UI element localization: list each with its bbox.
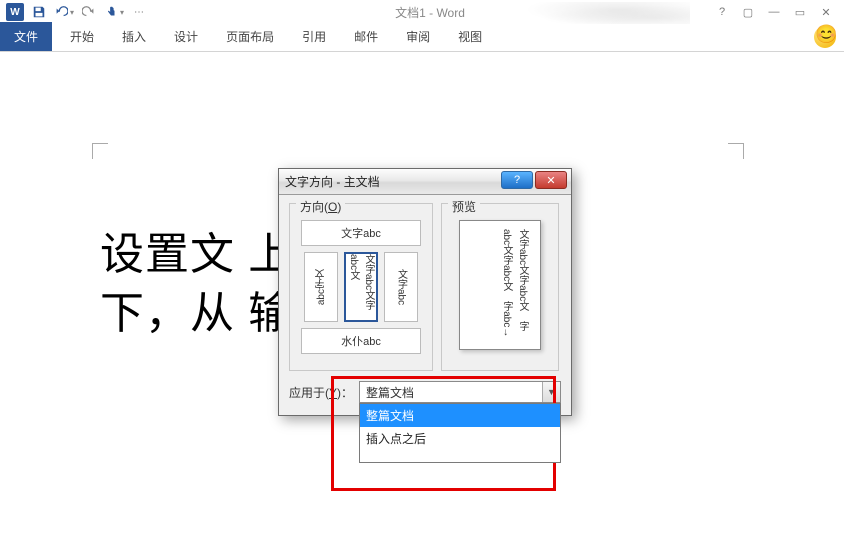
- tab-home[interactable]: 开始: [56, 22, 108, 51]
- apply-to-combo[interactable]: 整篇文档 ▼: [359, 381, 561, 403]
- orientation-label: 方向(O): [296, 198, 345, 215]
- redo-button[interactable]: [78, 1, 100, 23]
- tab-insert[interactable]: 插入: [108, 22, 160, 51]
- tab-file[interactable]: 文件: [0, 22, 52, 51]
- text-direction-dialog: 文字方向 - 主文档 ? ✕ 方向(O) 文字abc abc字文 文字abc文字…: [278, 168, 572, 416]
- save-button[interactable]: [28, 1, 50, 23]
- preview-label: 预览: [448, 198, 480, 215]
- orientation-rotated[interactable]: 水仆abc: [301, 328, 421, 354]
- dialog-title: 文字方向 - 主文档: [285, 173, 380, 190]
- crop-mark-tl: [92, 143, 108, 159]
- combo-dropdown-icon[interactable]: ▼: [542, 382, 560, 402]
- word-app-icon: W: [6, 3, 24, 21]
- tab-layout[interactable]: 页面布局: [212, 22, 288, 51]
- orientation-vertical-1[interactable]: abc字文: [304, 252, 338, 322]
- apply-to-dropdown: 整篇文档 插入点之后: [359, 403, 561, 463]
- orientation-vertical-3[interactable]: 文字abc: [384, 252, 418, 322]
- minimize-button[interactable]: —: [762, 3, 786, 21]
- preview-page: 文字abc文字abc文 字abc文字abc文 字abc→: [459, 220, 541, 350]
- dropdown-option-after-insertion[interactable]: 插入点之后: [360, 427, 560, 450]
- touch-dropdown-icon[interactable]: ▾: [120, 8, 128, 17]
- undo-dropdown-icon[interactable]: ▾: [70, 8, 78, 17]
- tab-mailings[interactable]: 邮件: [340, 22, 392, 51]
- window-title: 文档1 - Word: [150, 4, 710, 21]
- dialog-close-button[interactable]: ✕: [535, 171, 567, 189]
- orientation-vertical-2-selected[interactable]: 文字abc文字abc文: [344, 252, 378, 322]
- crop-mark-tr: [728, 143, 744, 159]
- tab-design[interactable]: 设计: [160, 22, 212, 51]
- tab-references[interactable]: 引用: [288, 22, 340, 51]
- apply-to-label: 应用于(Y)：: [289, 384, 353, 401]
- qat-customize-button[interactable]: ⋯: [128, 1, 150, 23]
- ribbon-tabs: 文件 开始 插入 设计 页面布局 引用 邮件 审阅 视图: [0, 24, 844, 52]
- apply-to-value: 整篇文档: [360, 384, 542, 401]
- close-button[interactable]: ✕: [814, 3, 838, 21]
- preview-text: 文字abc文字abc文 字abc文字abc文 字abc→: [498, 229, 530, 341]
- ribbon-display-button[interactable]: ▢: [736, 3, 760, 21]
- restore-button[interactable]: ▭: [788, 3, 812, 21]
- orientation-horizontal[interactable]: 文字abc: [301, 220, 421, 246]
- smiley-icon: [814, 26, 836, 48]
- help-button[interactable]: ?: [710, 3, 734, 21]
- title-bar: W ▾ ▾ ⋯ 文档1 - Word ? ▢ — ▭ ✕: [0, 0, 844, 24]
- undo-button[interactable]: [50, 1, 72, 23]
- preview-group: 预览 文字abc文字abc文 字abc文字abc文 字abc→: [441, 203, 559, 371]
- dialog-title-bar[interactable]: 文字方向 - 主文档 ? ✕: [279, 169, 571, 195]
- dropdown-option-whole-doc[interactable]: 整篇文档: [360, 404, 560, 427]
- touch-mode-button[interactable]: [100, 1, 122, 23]
- tab-review[interactable]: 审阅: [392, 22, 444, 51]
- dialog-help-button[interactable]: ?: [501, 171, 533, 189]
- orientation-group: 方向(O) 文字abc abc字文 文字abc文字abc文 文字abc 水仆ab…: [289, 203, 433, 371]
- tab-view[interactable]: 视图: [444, 22, 496, 51]
